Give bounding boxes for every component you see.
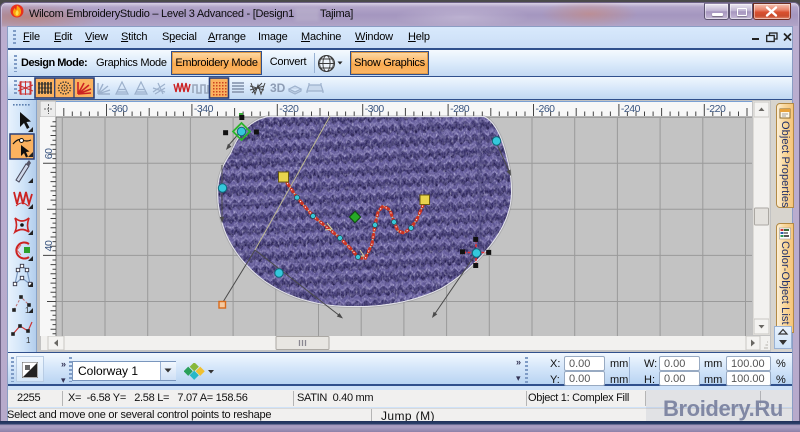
svg-text:1: 1 [26, 336, 31, 345]
svg-text:-340: -340 [194, 103, 214, 115]
svg-text:-220: -220 [706, 103, 726, 115]
svg-text:-240: -240 [621, 103, 641, 115]
svg-text:60: 60 [43, 148, 55, 159]
svg-text:-300: -300 [365, 103, 385, 115]
svg-text:40: 40 [43, 240, 55, 251]
svg-text:1: 1 [25, 306, 30, 315]
svg-text:3D: 3D [270, 81, 286, 95]
svg-text:-360: -360 [109, 103, 129, 115]
svg-text:-280: -280 [450, 103, 470, 115]
svg-text:-320: -320 [279, 103, 299, 115]
svg-text:-260: -260 [536, 103, 556, 115]
